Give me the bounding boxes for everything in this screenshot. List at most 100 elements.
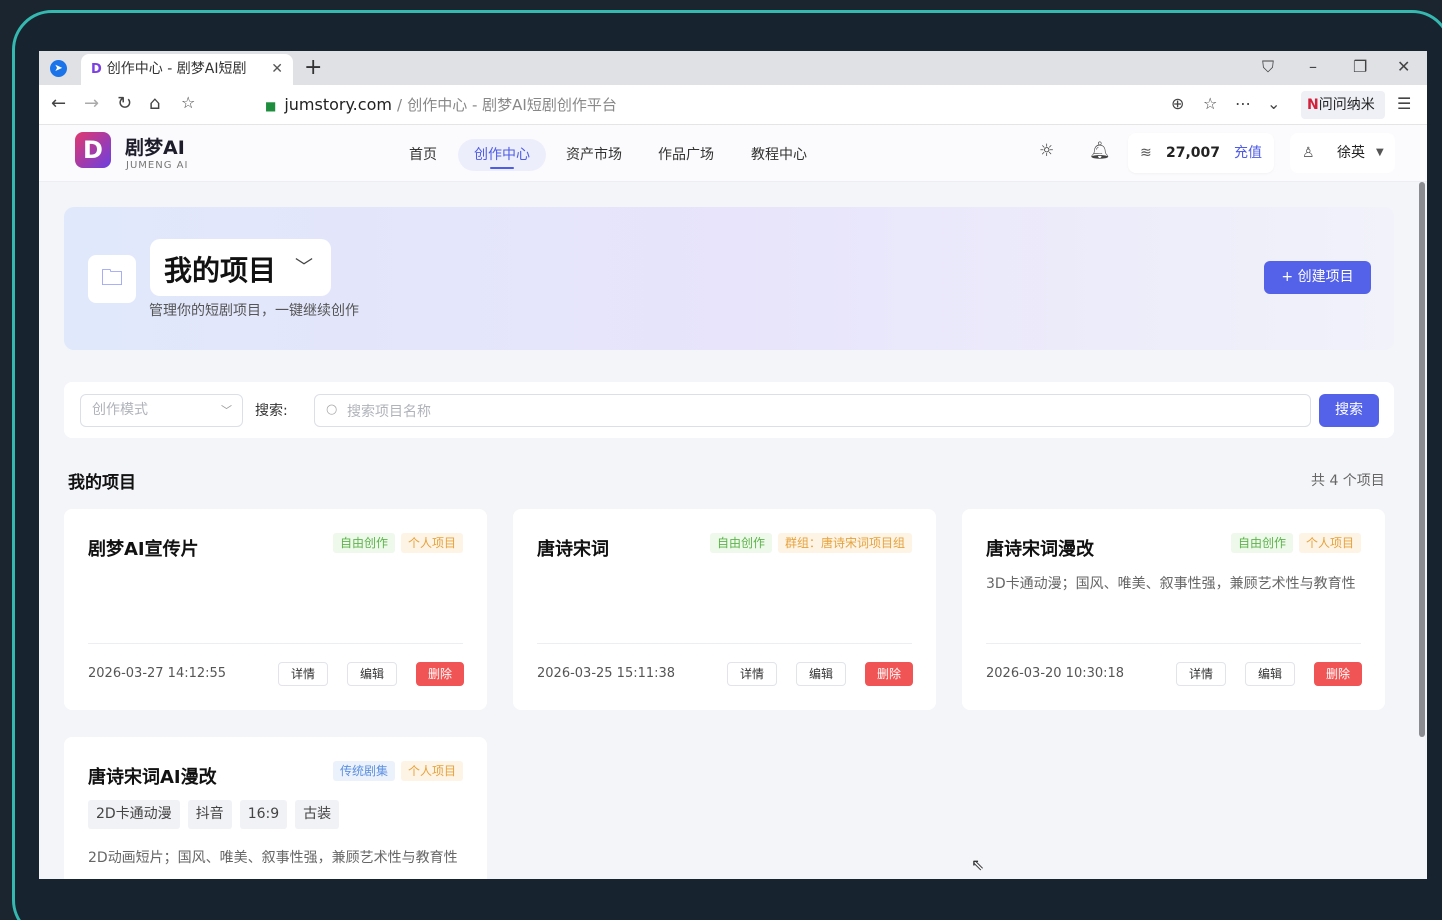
- tab-bar: ➤ D 创作中心 - 剧梦AI短剧 ✕ + ⛉ – ❐ ✕: [39, 51, 1427, 85]
- chevron-down-icon[interactable]: ⌄: [1267, 94, 1280, 113]
- chevron-down-icon: ﹀: [221, 404, 232, 417]
- nav-works-square[interactable]: 作品广场: [642, 139, 730, 171]
- chevron-down-icon: ﹀: [295, 257, 313, 278]
- card-tags: 自由创作 个人项目: [1230, 533, 1361, 553]
- menu-icon[interactable]: ☰: [1397, 94, 1411, 113]
- scrollbar[interactable]: [1419, 182, 1425, 737]
- logo-icon[interactable]: D: [75, 132, 111, 168]
- back-icon[interactable]: ←: [51, 93, 66, 114]
- tag-owner: 个人项目: [400, 761, 463, 781]
- extension-icon[interactable]: ⊕: [1171, 94, 1184, 113]
- url-sep: /: [397, 96, 403, 114]
- hero-banner: 🗀 我的项目 ﹀ 管理你的短剧项目，一键继续创作 + 创建项目: [64, 207, 1394, 350]
- nav-creation-center[interactable]: 创作中心: [458, 139, 546, 171]
- delete-button[interactable]: 删除: [416, 662, 464, 686]
- user-avatar-icon: ♙: [1302, 145, 1315, 161]
- project-card[interactable]: 唐诗宋词漫改 自由创作 个人项目 3D卡通动漫；国风、唯美、叙事性强，兼顾艺术性…: [962, 509, 1385, 710]
- section-title: 我的项目: [68, 473, 136, 493]
- delete-button[interactable]: 删除: [1314, 662, 1362, 686]
- caret-down-icon: ▼: [1376, 147, 1384, 158]
- card-date: 2026-03-27 14:12:55: [88, 666, 227, 681]
- address-bar: ← → ↻ ⌂ ☆ ■ jumstory.com / 创作中心 - 剧梦AI短剧创…: [39, 85, 1427, 125]
- nav-asset-market[interactable]: 资产市场: [550, 139, 638, 171]
- mouse-cursor-icon: ⇖: [971, 855, 985, 874]
- project-card[interactable]: 唐诗宋词 自由创作 群组：唐诗宋词项目组 2026-03-25 15:11:38…: [513, 509, 936, 710]
- user-menu[interactable]: ♙ 徐英 ▼: [1290, 133, 1395, 173]
- lock-icon: ■: [265, 99, 277, 113]
- card-description: 3D卡通动漫；国风、唯美、叙事性强，兼顾艺术性与教育性: [986, 576, 1356, 592]
- forward-icon[interactable]: →: [84, 93, 99, 114]
- url-page-title: 创作中心 - 剧梦AI短剧创作平台: [407, 96, 617, 114]
- bell-icon[interactable]: 🔔︎: [1089, 141, 1111, 161]
- close-window-icon[interactable]: ✕: [1397, 57, 1410, 76]
- divider: [88, 643, 463, 644]
- card-title: 唐诗宋词: [537, 539, 609, 560]
- mode-select[interactable]: 创作模式 ﹀: [80, 394, 243, 427]
- chip-genre: 古装: [295, 800, 340, 829]
- tag-mode: 自由创作: [709, 533, 772, 553]
- logo-subtitle: JUMENG AI: [126, 160, 189, 171]
- url-field[interactable]: ■ jumstory.com / 创作中心 - 剧梦AI短剧创作平台: [265, 94, 617, 115]
- url-domain: jumstory.com: [284, 95, 392, 114]
- detail-button[interactable]: 详情: [278, 662, 328, 686]
- nav-tutorials[interactable]: 教程中心: [735, 139, 823, 171]
- search-icon: ○: [326, 402, 338, 417]
- extension-button[interactable]: N问问纳米: [1301, 91, 1385, 119]
- card-title: 唐诗宋词AI漫改: [88, 767, 217, 788]
- filter-bar: 创作模式 ﹀ 搜索: ○ 搜索: [64, 382, 1394, 438]
- reload-icon[interactable]: ↻: [117, 93, 132, 114]
- shirt-icon[interactable]: ⛉: [1262, 57, 1274, 77]
- minimize-icon[interactable]: –: [1309, 57, 1317, 76]
- navigate-icon[interactable]: ➤: [50, 60, 67, 77]
- card-date: 2026-03-20 10:30:18: [986, 666, 1125, 681]
- topup-button[interactable]: 充值: [1234, 133, 1262, 173]
- card-tags: 自由创作 群组：唐诗宋词项目组: [709, 533, 912, 553]
- restore-icon[interactable]: ❐: [1353, 57, 1367, 76]
- create-project-button[interactable]: + 创建项目: [1264, 261, 1371, 294]
- mode-select-placeholder: 创作模式: [92, 402, 148, 418]
- favorites-icon[interactable]: ☆: [181, 93, 195, 112]
- close-tab-icon[interactable]: ✕: [271, 54, 283, 85]
- browser-tab[interactable]: D 创作中心 - 剧梦AI短剧 ✕: [81, 54, 293, 85]
- tag-group: 群组：唐诗宋词项目组: [777, 533, 912, 553]
- logo-name[interactable]: 剧梦AI: [125, 133, 185, 160]
- card-chips: 2D卡通动漫 抖音 16:9 古装: [88, 800, 340, 829]
- divider: [537, 643, 912, 644]
- chip-ratio: 16:9: [239, 800, 288, 829]
- delete-button[interactable]: 删除: [865, 662, 913, 686]
- app-header: D 剧梦AI JUMENG AI 首页 创作中心 资产市场 作品广场 教程中心 …: [39, 125, 1427, 182]
- project-card[interactable]: 唐诗宋词AI漫改 传统剧集 个人项目 2D卡通动漫 抖音 16:9 古装 2D动…: [64, 737, 487, 879]
- nav-home[interactable]: 首页: [393, 139, 453, 171]
- extension-label: 问问纳米: [1318, 97, 1375, 113]
- credits-box: ≋ 27,007 充值: [1128, 133, 1274, 173]
- edit-button[interactable]: 编辑: [347, 662, 397, 686]
- card-date: 2026-03-25 15:11:38: [537, 666, 676, 681]
- edit-button[interactable]: 编辑: [1245, 662, 1295, 686]
- tag-mode: 自由创作: [332, 533, 395, 553]
- tag-owner: 个人项目: [400, 533, 463, 553]
- divider: [986, 643, 1361, 644]
- chip-style: 2D卡通动漫: [88, 800, 180, 829]
- search-button[interactable]: 搜索: [1319, 394, 1379, 427]
- tag-owner: 个人项目: [1298, 533, 1361, 553]
- project-card[interactable]: 剧梦AI宣传片 自由创作 个人项目 2026-03-27 14:12:55 详情…: [64, 509, 487, 710]
- tag-mode: 传统剧集: [332, 761, 395, 781]
- sun-icon[interactable]: ☼: [1039, 141, 1054, 161]
- project-switcher[interactable]: 我的项目 ﹀: [150, 239, 331, 296]
- new-tab-button[interactable]: +: [304, 55, 322, 80]
- search-input[interactable]: [314, 394, 1311, 427]
- tab-title: 创作中心 - 剧梦AI短剧: [106, 61, 247, 77]
- edit-button[interactable]: 编辑: [796, 662, 846, 686]
- more-icon[interactable]: ⋯: [1235, 94, 1251, 113]
- hero-title: 我的项目: [164, 254, 277, 287]
- home-icon[interactable]: ⌂: [149, 93, 160, 114]
- detail-button[interactable]: 详情: [1176, 662, 1226, 686]
- extension-logo: N: [1307, 97, 1319, 113]
- detail-button[interactable]: 详情: [727, 662, 777, 686]
- folder-icon: 🗀: [88, 255, 136, 303]
- browser-window: ➤ D 创作中心 - 剧梦AI短剧 ✕ + ⛉ – ❐ ✕ ← → ↻ ⌂ ☆ ■…: [39, 51, 1427, 879]
- chip-platform: 抖音: [187, 800, 232, 829]
- card-title: 唐诗宋词漫改: [986, 539, 1094, 560]
- card-tags: 自由创作 个人项目: [332, 533, 463, 553]
- bookmark-star-icon[interactable]: ☆: [1203, 94, 1217, 113]
